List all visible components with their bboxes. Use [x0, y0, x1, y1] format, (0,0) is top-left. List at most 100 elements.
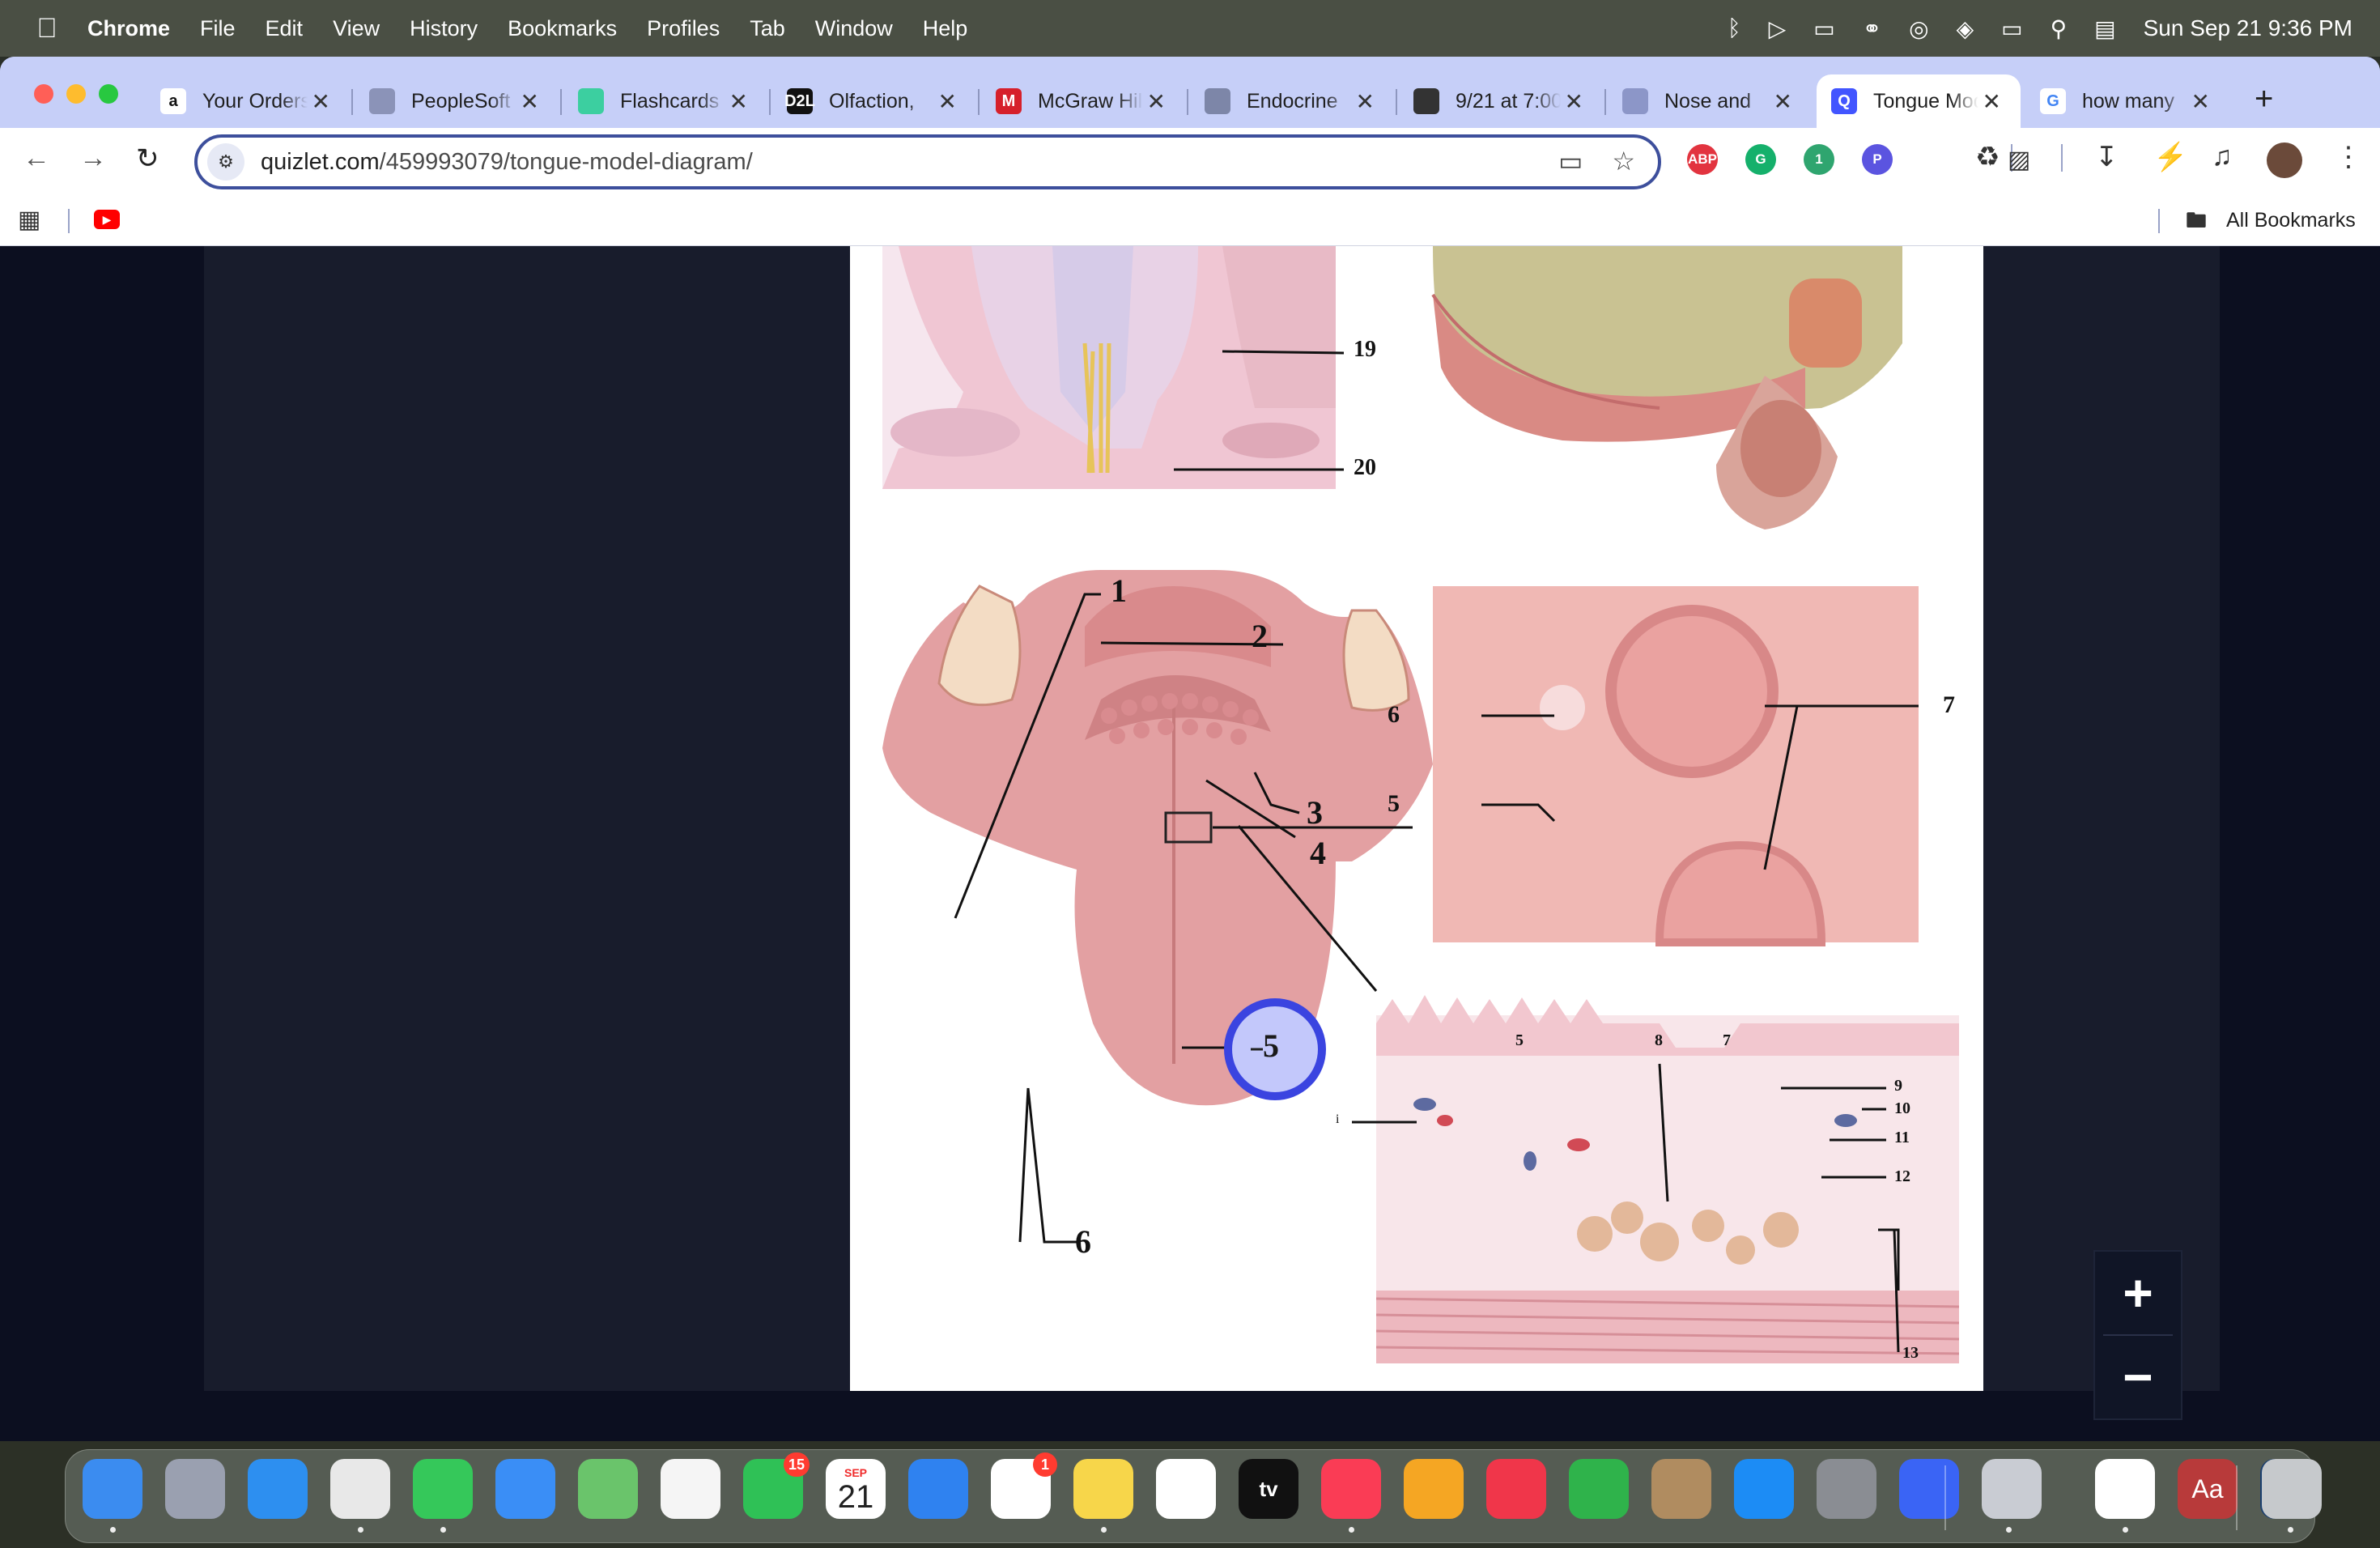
close-tab-icon[interactable]: ✕: [1983, 88, 2001, 115]
tab-6[interactable]: 9/21 at 7:00 ✕: [1399, 74, 1603, 128]
media-controls-icon[interactable]: ♫: [2212, 141, 2233, 172]
close-tab-icon[interactable]: ✕: [1147, 88, 1166, 115]
downloads-icon[interactable]: ↧: [2095, 141, 2119, 173]
close-tab-icon[interactable]: ✕: [938, 88, 957, 115]
trash-icon[interactable]: [2262, 1459, 2322, 1519]
tab-search-icon[interactable]: ▨: [2008, 146, 2030, 174]
install-app-icon[interactable]: ▭: [1558, 146, 1583, 176]
youtube-icon[interactable]: ▶: [94, 210, 120, 229]
bookmarks-bar: ▦ ▶ 🖿 All Bookmarks: [0, 194, 2380, 246]
spotlight-search-icon[interactable]: ⚲: [2051, 15, 2068, 42]
tab-2[interactable]: Flashcards ✕: [563, 74, 767, 128]
bookmark-star-icon[interactable]: ☆: [1612, 146, 1635, 176]
tab-0[interactable]: a Your Orders ✕: [146, 74, 350, 128]
music-icon[interactable]: [1321, 1459, 1381, 1519]
menu-app-name[interactable]: Chrome: [87, 16, 170, 41]
address-bar-url[interactable]: quizlet.com/459993079/tongue-model-diagr…: [261, 149, 753, 176]
close-tab-icon[interactable]: ✕: [1565, 88, 1583, 115]
appletv-icon[interactable]: tv: [1239, 1459, 1298, 1519]
chrome-menu-icon[interactable]: ⋮: [2335, 141, 2362, 173]
apple-menu-icon[interactable]: : [31, 13, 63, 45]
tab-9[interactable]: Ghow many ✕: [2025, 74, 2229, 128]
close-tab-icon[interactable]: ✕: [1356, 88, 1375, 115]
numbers-icon[interactable]: [1569, 1459, 1629, 1519]
label-5-histology: 5: [1515, 1031, 1524, 1049]
tab-7[interactable]: Nose and ✕: [1608, 74, 1812, 128]
performance-icon[interactable]: ⚡: [2153, 141, 2187, 173]
tab-5[interactable]: Endocrine ✕: [1190, 74, 1394, 128]
messages-icon[interactable]: [413, 1459, 473, 1519]
mail-icon[interactable]: [495, 1459, 555, 1519]
menu-edit[interactable]: Edit: [266, 16, 304, 41]
tab-4[interactable]: M McGraw Hill ✕: [981, 74, 1185, 128]
menu-file[interactable]: File: [200, 16, 236, 41]
tab-8[interactable]: Q Tongue Model✕: [1817, 74, 2021, 128]
chrome-icon[interactable]: [330, 1459, 390, 1519]
finder-icon[interactable]: [83, 1459, 142, 1519]
minimize-window-button[interactable]: [66, 84, 86, 104]
close-tab-icon[interactable]: ✕: [1774, 88, 1792, 115]
launchpad-icon[interactable]: [165, 1459, 225, 1519]
new-tab-button[interactable]: +: [2255, 81, 2273, 117]
zoom-window-button[interactable]: [99, 84, 118, 104]
system-settings-icon[interactable]: [1817, 1459, 1876, 1519]
news-icon[interactable]: [1486, 1459, 1546, 1519]
photos-icon[interactable]: [661, 1459, 720, 1519]
reminders-icon[interactable]: 1: [991, 1452, 1057, 1519]
zoom-in-button[interactable]: +: [2095, 1252, 2181, 1334]
apps-grid-icon[interactable]: ▦: [18, 206, 40, 234]
menu-profiles[interactable]: Profiles: [647, 16, 720, 41]
pages-icon[interactable]: [1404, 1459, 1464, 1519]
facetime-icon[interactable]: 15: [743, 1452, 810, 1519]
menu-tab[interactable]: Tab: [750, 16, 785, 41]
iphone-mirroring-icon[interactable]: [1982, 1459, 2042, 1519]
forward-arrow-icon[interactable]: →: [79, 142, 107, 174]
battery-icon[interactable]: ▭: [2001, 15, 2022, 42]
safari-icon[interactable]: [248, 1459, 308, 1519]
close-tab-icon[interactable]: ✕: [521, 88, 539, 115]
extensions-puzzle-icon[interactable]: ♻: [1975, 141, 2000, 173]
extension-icon-0[interactable]: ABP: [1687, 144, 1718, 175]
opera-icon[interactable]: [2095, 1459, 2155, 1519]
freeform-icon[interactable]: [1156, 1459, 1216, 1519]
headphones-icon[interactable]: ⚭: [1863, 15, 1881, 42]
hotspot-label-5[interactable]: 5: [1263, 1027, 1279, 1065]
display-icon[interactable]: ▭: [1813, 15, 1834, 42]
close-tab-icon[interactable]: ✕: [2191, 88, 2210, 115]
zoom-out-button[interactable]: −: [2095, 1336, 2181, 1418]
calendar-icon[interactable]: SEP 21: [826, 1459, 886, 1519]
all-bookmarks-button[interactable]: All Bookmarks: [2226, 209, 2356, 232]
tab-favicon-icon: G: [2040, 88, 2066, 114]
close-window-button[interactable]: [34, 84, 53, 104]
reload-icon[interactable]: ↻: [136, 142, 159, 175]
close-tab-icon[interactable]: ✕: [729, 88, 748, 115]
bluetooth-icon[interactable]: ᛒ: [1728, 15, 1741, 41]
notes-icon[interactable]: [1073, 1459, 1133, 1519]
back-arrow-icon[interactable]: ←: [23, 142, 50, 174]
tab-3[interactable]: D2L Olfaction, ✕: [772, 74, 976, 128]
contacts-icon[interactable]: [1651, 1459, 1711, 1519]
extension-icon-3[interactable]: P: [1862, 144, 1893, 175]
close-tab-icon[interactable]: ✕: [312, 88, 330, 115]
menu-view[interactable]: View: [333, 16, 380, 41]
maps-icon[interactable]: [578, 1459, 638, 1519]
profile-avatar[interactable]: [2267, 142, 2302, 178]
control-center-icon[interactable]: ▤: [2094, 15, 2115, 42]
site-info-icon[interactable]: ⚙: [207, 143, 244, 181]
menubar-clock[interactable]: Sun Sep 21 9:36 PM: [2144, 15, 2352, 41]
roblox-icon[interactable]: [1899, 1459, 1959, 1519]
extension-icon-1[interactable]: G: [1745, 144, 1776, 175]
dictionary-icon[interactable]: Aa: [2178, 1459, 2238, 1519]
keynote-icon[interactable]: [908, 1459, 968, 1519]
menu-help[interactable]: Help: [923, 16, 968, 41]
airdrop-icon[interactable]: ◎: [1909, 15, 1928, 42]
menu-history[interactable]: History: [410, 16, 478, 41]
address-bar[interactable]: ⚙ quizlet.com/459993079/tongue-model-dia…: [194, 134, 1661, 189]
tab-1[interactable]: PeopleSoft ✕: [355, 74, 559, 128]
play-icon[interactable]: ▷: [1769, 15, 1787, 42]
menu-window[interactable]: Window: [815, 16, 893, 41]
app-store-icon[interactable]: [1734, 1459, 1794, 1519]
extension-icon-2[interactable]: 1: [1804, 144, 1834, 175]
menu-bookmarks[interactable]: Bookmarks: [508, 16, 617, 41]
wifi-icon[interactable]: ◈: [1957, 15, 1974, 42]
